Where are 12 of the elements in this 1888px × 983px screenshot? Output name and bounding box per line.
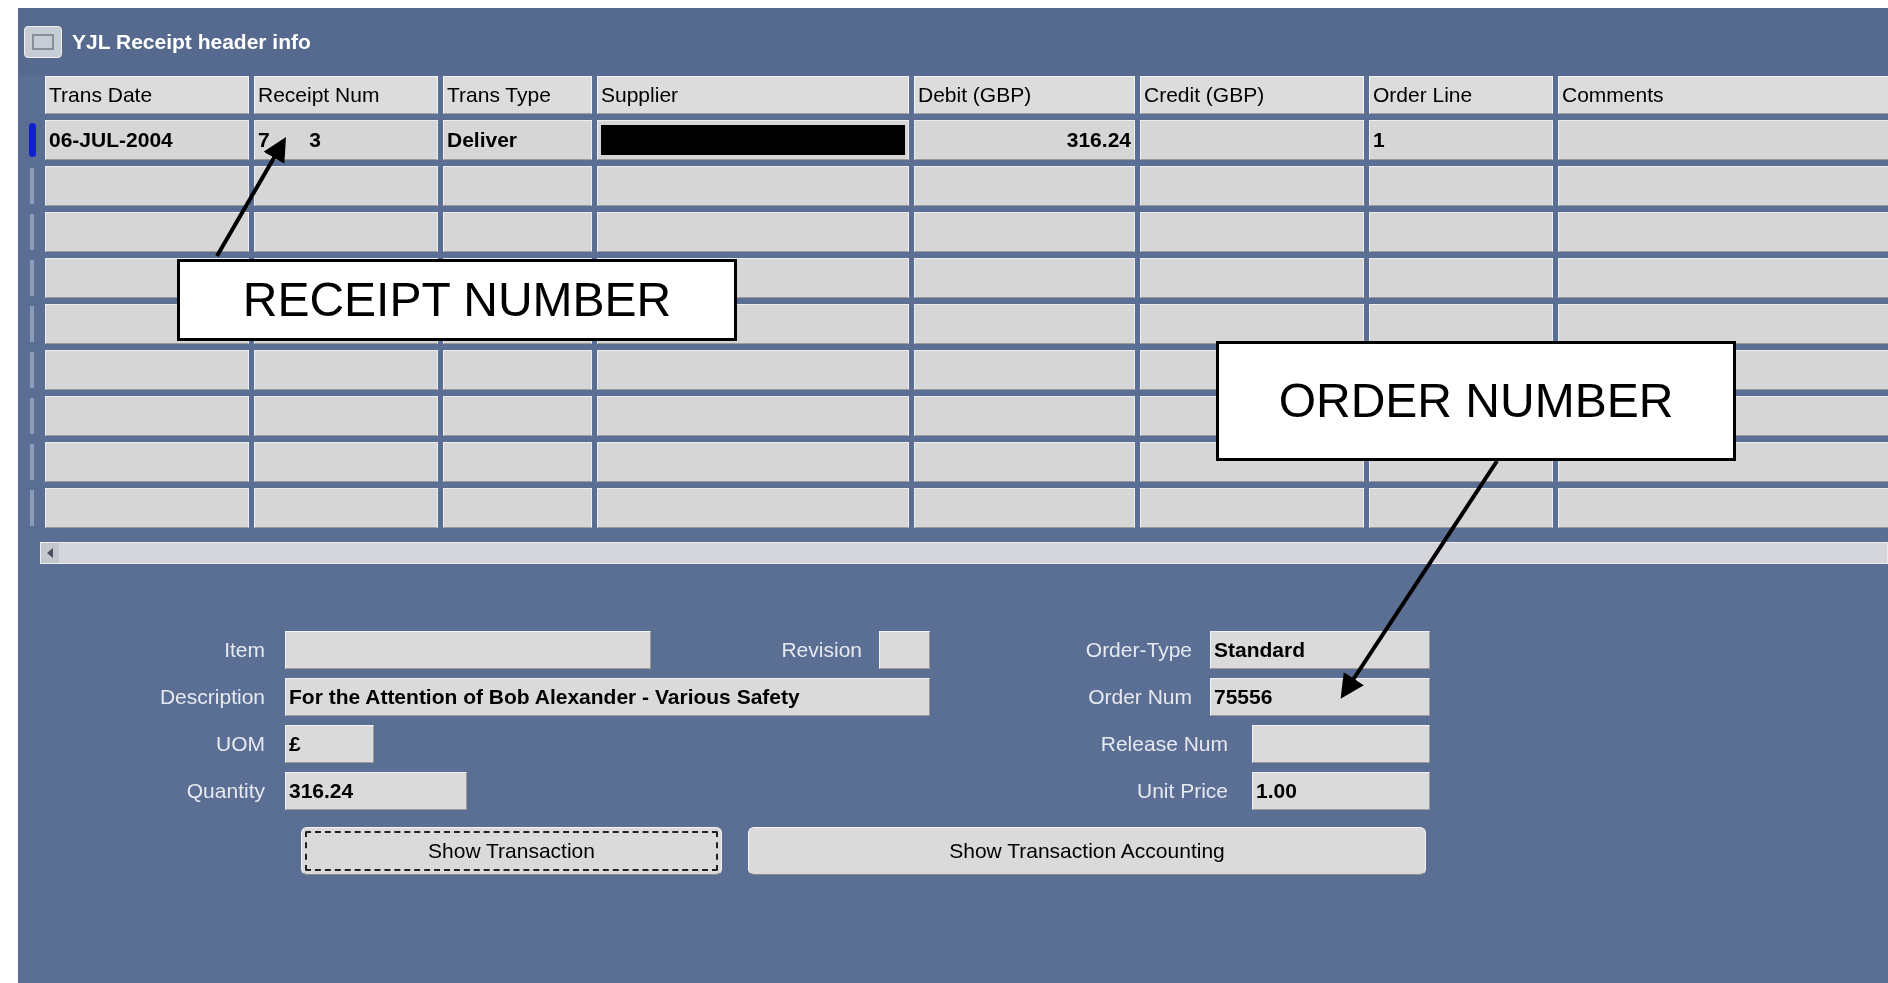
callout-tooltip: ORDER NUMBER: [1216, 341, 1736, 461]
field-label: Item: [224, 637, 265, 664]
field-label: Order Num: [1088, 684, 1192, 711]
field-label: Description: [159, 684, 265, 711]
callout-tooltip: RECEIPT NUMBER: [177, 259, 737, 341]
window-title: YJL Receipt header info: [72, 29, 311, 56]
field-label: Release Num: [1100, 731, 1228, 758]
field-label: Revision: [781, 637, 862, 664]
field-label: UOM: [216, 731, 265, 758]
field-label: Order-Type: [1085, 637, 1192, 664]
field-label: Unit Price: [1136, 778, 1228, 805]
field-label: Quantity: [186, 778, 265, 805]
